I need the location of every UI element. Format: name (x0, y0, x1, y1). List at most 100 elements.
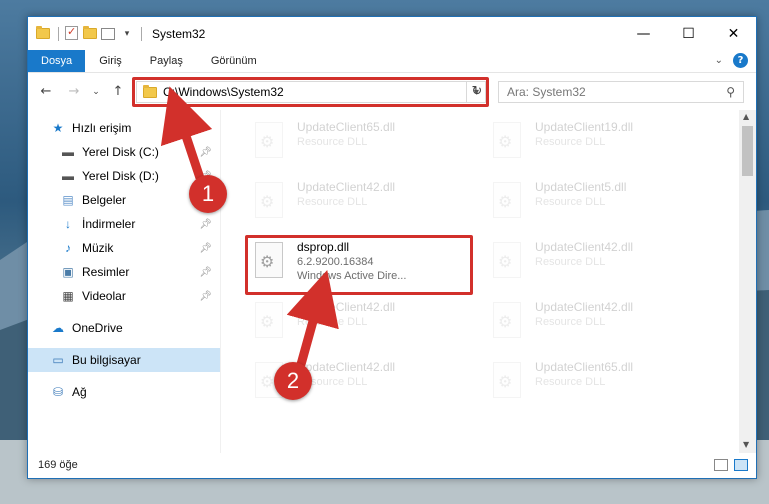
scrollbar-thumb[interactable] (742, 126, 753, 176)
file-description: Resource DLL (535, 376, 606, 388)
back-button[interactable]: ← (36, 84, 56, 99)
dll-file-icon: ⚙ (489, 240, 525, 286)
sidebar-item-label: Yerel Disk (D:) (82, 169, 159, 183)
item-count: 169 öğe (38, 459, 78, 471)
file-tile[interactable]: ⚙ UpdateClient65.dll Resource DLL (251, 120, 461, 170)
file-tile[interactable]: ⚙ UpdateClient42.dll Resource DLL (251, 180, 461, 230)
details-view-icon[interactable] (714, 459, 728, 471)
file-description: Resource DLL (535, 256, 606, 268)
minimize-button[interactable]: — (621, 17, 666, 50)
sidebar-item-this-pc[interactable]: ▭ Bu bilgisayar (28, 348, 220, 372)
download-icon: ↓ (65, 217, 71, 231)
expand-ribbon-icon[interactable]: ⌄ (715, 55, 723, 66)
computer-icon: ▭ (52, 353, 64, 367)
properties-icon[interactable] (101, 26, 117, 42)
file-description: Resource DLL (297, 196, 368, 208)
ribbon-tabs: Dosya Giriş Paylaş Görünüm ⌄ ? (28, 50, 756, 72)
dll-file-icon: ⚙ (251, 180, 287, 226)
file-description: Resource DLL (535, 196, 606, 208)
folder-icon (36, 25, 52, 42)
file-name: UpdateClient42.dll (297, 360, 396, 374)
search-icon: ⚲ (726, 85, 735, 99)
pin-icon[interactable]: 📌︎ (199, 291, 212, 302)
toolbar-separator (58, 26, 59, 41)
search-input[interactable]: Ara: System32 ⚲ (498, 81, 744, 103)
maximize-button[interactable]: ☐ (666, 17, 711, 50)
close-button[interactable]: ✕ (711, 17, 756, 50)
step-badge-1: 1 (189, 175, 227, 213)
tab-share[interactable]: Paylaş (136, 50, 197, 72)
address-bar-highlight (132, 77, 489, 107)
toolbar-separator (141, 26, 142, 41)
file-tile[interactable]: ⚙ UpdateClient42.dll Resource DLL (251, 300, 461, 350)
tab-file[interactable]: Dosya (28, 50, 86, 72)
star-icon: ★ (52, 121, 64, 135)
file-tile[interactable]: ⚙ UpdateClient65.dll Resource DLL (489, 360, 699, 410)
pin-icon[interactable]: 📌︎ (199, 219, 212, 230)
customize-toolbar-icon[interactable]: ▾ (119, 26, 135, 42)
pin-icon[interactable]: 📌︎ (199, 267, 212, 278)
pictures-icon: ▣ (62, 265, 74, 279)
status-bar: 169 öğe (28, 452, 756, 478)
recent-locations-button[interactable]: ⌄ (86, 87, 106, 97)
file-name: UpdateClient5.dll (535, 180, 627, 194)
file-tile[interactable]: ⚙ UpdateClient19.dll Resource DLL (489, 120, 699, 170)
sidebar-item-videos[interactable]: ▦ Videolar 📌︎ (28, 284, 220, 308)
navigation-pane: ★ Hızlı erişim ▬ Yerel Disk (C:) 📌︎ ▬ Ye… (28, 110, 221, 453)
sidebar-item-label: Videolar (82, 289, 126, 303)
video-icon: ▦ (62, 289, 74, 303)
sidebar-item-quick-access[interactable]: ★ Hızlı erişim (28, 116, 220, 140)
new-folder-icon[interactable] (83, 25, 99, 42)
sidebar-item-pictures[interactable]: ▣ Resimler 📌︎ (28, 260, 220, 284)
sidebar-item-label: Hızlı erişim (72, 121, 132, 135)
tab-home[interactable]: Giriş (85, 50, 136, 72)
scroll-down-icon[interactable]: ▼ (743, 440, 749, 449)
file-tile[interactable]: ⚙ UpdateClient42.dll Resource DLL (489, 240, 699, 290)
sidebar-item-label: Yerel Disk (C:) (82, 145, 159, 159)
scroll-up-icon[interactable]: ▲ (743, 112, 749, 121)
pin-icon[interactable]: 📌︎ (199, 243, 212, 254)
file-name: UpdateClient65.dll (297, 120, 396, 134)
file-list: ⚙ UpdateClient65.dll Resource DLL ⚙ Upda… (221, 110, 756, 453)
sidebar-item-network[interactable]: ⛁ Ağ (28, 380, 220, 404)
explorer-window: ▾ System32 — ☐ ✕ Dosya Giriş Paylaş Görü… (27, 16, 757, 479)
file-name: UpdateClient42.dll (297, 180, 396, 194)
sidebar-item-label: Bu bilgisayar (72, 353, 141, 367)
search-placeholder: Ara: System32 (507, 85, 586, 99)
sidebar-item-label: Belgeler (82, 193, 127, 207)
forward-button[interactable]: → (64, 84, 84, 99)
file-description: Resource DLL (297, 136, 368, 148)
dll-file-icon: ⚙ (489, 120, 525, 166)
up-button[interactable]: ↑ (108, 84, 128, 99)
sidebar-item-label: Resimler (82, 265, 130, 279)
main-area: ★ Hızlı erişim ▬ Yerel Disk (C:) 📌︎ ▬ Ye… (28, 110, 756, 453)
tab-view[interactable]: Görünüm (197, 50, 271, 72)
quick-access-toolbar: ▾ (36, 25, 146, 42)
dll-file-icon: ⚙ (251, 120, 287, 166)
dll-file-icon: ⚙ (489, 360, 525, 406)
help-icon[interactable]: ? (733, 53, 748, 68)
dll-file-icon: ⚙ (251, 300, 287, 346)
sidebar-item-local-disk-c[interactable]: ▬ Yerel Disk (C:) 📌︎ (28, 140, 220, 164)
file-description: Resource DLL (297, 316, 368, 328)
pin-icon[interactable]: 📌︎ (199, 147, 212, 158)
file-tile[interactable]: ⚙ UpdateClient5.dll Resource DLL (489, 180, 699, 230)
sidebar-item-onedrive[interactable]: ☁ OneDrive (28, 316, 220, 340)
sidebar-item-music[interactable]: ♪ Müzik 📌︎ (28, 236, 220, 260)
file-name: UpdateClient42.dll (535, 240, 634, 254)
vertical-scrollbar[interactable]: ▲ ▼ (739, 110, 756, 453)
sidebar-item-label: İndirmeler (82, 217, 136, 231)
network-icon: ⛁ (52, 385, 64, 399)
drive-icon: ▬ (62, 145, 74, 159)
file-description: Resource DLL (535, 136, 606, 148)
properties-check-icon[interactable] (65, 25, 81, 42)
sidebar-item-downloads[interactable]: ↓ İndirmeler 📌︎ (28, 212, 220, 236)
large-icons-view-icon[interactable] (734, 459, 748, 471)
navigation-bar: ← → ⌄ ↑ C:\Windows\System32 ▾ ↻ Ara: Sys… (28, 72, 756, 110)
window-title: System32 (152, 26, 206, 41)
file-name: UpdateClient19.dll (535, 120, 634, 134)
music-icon: ♪ (65, 241, 71, 255)
dll-file-icon: ⚙ (489, 300, 525, 346)
view-switcher (714, 459, 748, 471)
file-tile[interactable]: ⚙ UpdateClient42.dll Resource DLL (489, 300, 699, 350)
